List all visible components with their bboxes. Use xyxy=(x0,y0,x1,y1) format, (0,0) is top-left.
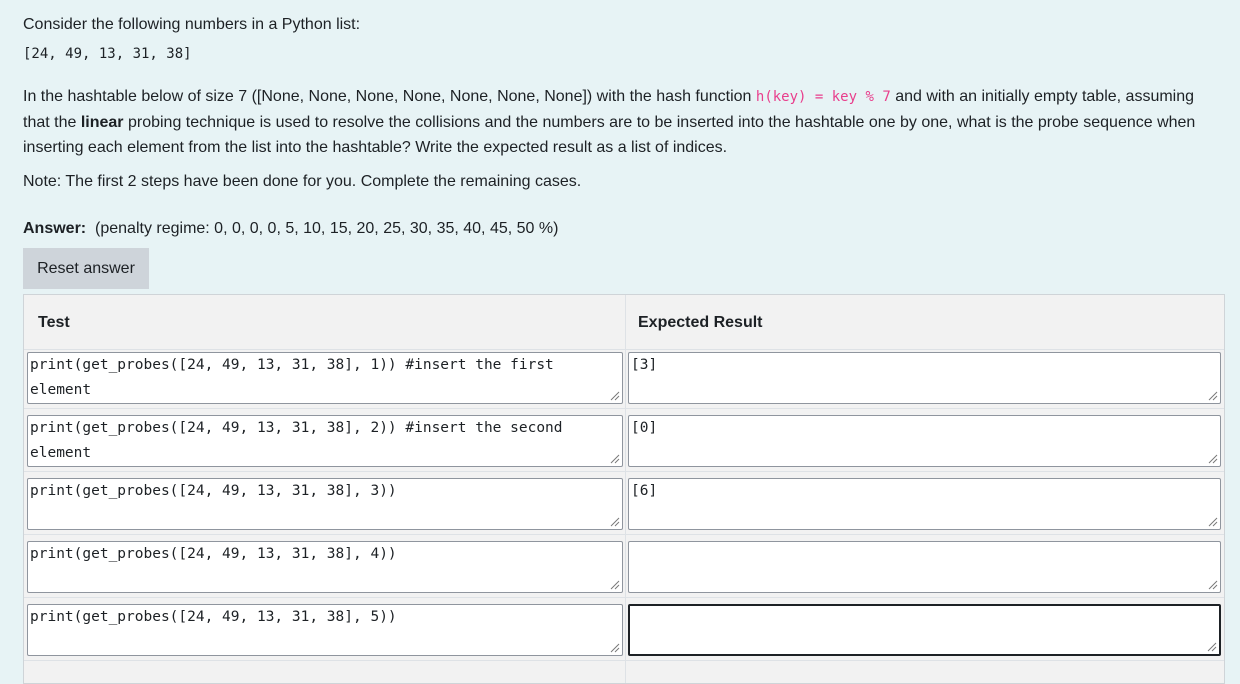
tests-table: Test Expected Result print(get_probes([2… xyxy=(23,294,1225,684)
expected-text: [3] xyxy=(631,357,658,373)
resize-grip-icon[interactable] xyxy=(1207,642,1217,652)
resize-grip-icon[interactable] xyxy=(1208,391,1218,401)
answer-header: Answer: (penalty regime: 0, 0, 0, 0, 5, … xyxy=(23,216,558,241)
test-text: print(get_probes([24, 49, 13, 31, 38], 4… xyxy=(30,546,397,562)
test-text: print(get_probes([24, 49, 13, 31, 38], 1… xyxy=(30,357,563,398)
resize-grip-icon[interactable] xyxy=(610,517,620,527)
resize-grip-icon[interactable] xyxy=(610,391,620,401)
question-note: Note: The first 2 steps have been done f… xyxy=(23,173,582,190)
expected-field-1[interactable]: [3] xyxy=(628,352,1221,404)
row-separator xyxy=(24,408,1224,409)
test-field-2[interactable]: print(get_probes([24, 49, 13, 31, 38], 2… xyxy=(27,415,623,467)
penalty-regime: (penalty regime: 0, 0, 0, 0, 5, 10, 15, … xyxy=(95,220,559,237)
question-intro: Consider the following numbers in a Pyth… xyxy=(23,16,361,33)
desc-bold-linear: linear xyxy=(80,114,124,131)
expected-field-4[interactable] xyxy=(628,541,1221,593)
expected-text: [0] xyxy=(631,420,658,436)
test-field-5[interactable]: print(get_probes([24, 49, 13, 31, 38], 5… xyxy=(27,604,623,656)
desc-text-1: In the hashtable below of size 7 ([None,… xyxy=(23,88,756,105)
hash-function-code: h(key) = key % 7 xyxy=(755,89,891,105)
test-field-1[interactable]: print(get_probes([24, 49, 13, 31, 38], 1… xyxy=(27,352,623,404)
row-separator xyxy=(24,349,1224,350)
test-field-4[interactable]: print(get_probes([24, 49, 13, 31, 38], 4… xyxy=(27,541,623,593)
resize-grip-icon[interactable] xyxy=(610,454,620,464)
header-test: Test xyxy=(38,314,70,331)
resize-grip-icon[interactable] xyxy=(1208,454,1218,464)
resize-grip-icon[interactable] xyxy=(1208,517,1218,527)
answer-label: Answer: xyxy=(23,220,87,237)
column-divider xyxy=(625,295,626,683)
test-field-3[interactable]: print(get_probes([24, 49, 13, 31, 38], 3… xyxy=(27,478,623,530)
row-separator xyxy=(24,660,1224,661)
resize-grip-icon[interactable] xyxy=(610,580,620,590)
desc-text-3: probing technique is used to resolve the… xyxy=(23,114,1196,156)
expected-field-2[interactable]: [0] xyxy=(628,415,1221,467)
test-text: print(get_probes([24, 49, 13, 31, 38], 2… xyxy=(30,420,572,461)
resize-grip-icon[interactable] xyxy=(1208,580,1218,590)
header-expected-result: Expected Result xyxy=(638,314,763,331)
expected-field-5[interactable] xyxy=(628,604,1221,656)
python-list-literal: [24, 49, 13, 31, 38] xyxy=(23,46,192,62)
resize-grip-icon[interactable] xyxy=(610,643,620,653)
expected-field-3[interactable]: [6] xyxy=(628,478,1221,530)
row-separator xyxy=(24,534,1224,535)
row-separator xyxy=(24,597,1224,598)
test-text: print(get_probes([24, 49, 13, 31, 38], 3… xyxy=(30,483,397,499)
reset-answer-button[interactable]: Reset answer xyxy=(23,248,149,289)
test-text: print(get_probes([24, 49, 13, 31, 38], 5… xyxy=(30,609,397,625)
row-separator xyxy=(24,471,1224,472)
question-description: In the hashtable below of size 7 ([None,… xyxy=(23,84,1223,160)
expected-text: [6] xyxy=(631,483,658,499)
